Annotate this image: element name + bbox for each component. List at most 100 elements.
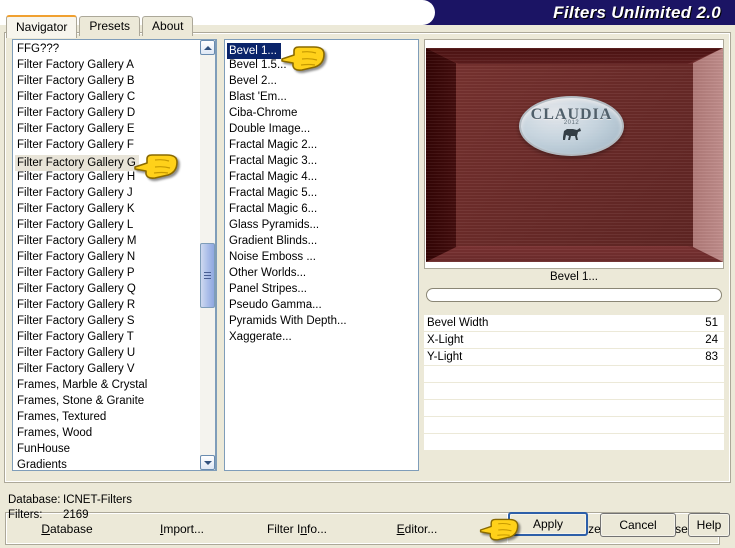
preview-frame <box>424 39 724 269</box>
list-item[interactable]: Other Worlds... <box>227 265 418 281</box>
list-item[interactable]: Bevel 2... <box>227 73 418 89</box>
category-list-item-label: Filter Factory Gallery E <box>17 123 135 135</box>
filter-list-item-label: Fractal Magic 5... <box>229 187 318 199</box>
list-item[interactable]: Filter Factory Gallery M <box>15 233 216 249</box>
category-list-item-label: Filter Factory Gallery U <box>17 347 136 359</box>
list-item[interactable]: Filter Factory Gallery Q <box>15 281 216 297</box>
list-item[interactable]: FFG??? <box>15 41 216 57</box>
list-item[interactable]: Filter Factory Gallery D <box>15 105 216 121</box>
parameter-name: Y-Light <box>427 351 463 363</box>
app-title: Filters Unlimited 2.0 <box>553 3 721 22</box>
parameter-row[interactable]: Y-Light 83 <box>424 349 724 366</box>
filter-list-item-label: Double Image... <box>229 123 311 135</box>
list-item[interactable]: Xaggerate... <box>227 329 418 345</box>
category-list-item-label: Filter Factory Gallery P <box>17 267 135 279</box>
tab-about[interactable]: About <box>142 16 194 36</box>
list-item[interactable]: FunHouse <box>15 441 216 457</box>
list-item[interactable]: Fractal Magic 5... <box>227 185 418 201</box>
list-item[interactable]: Filter Factory Gallery V <box>15 361 216 377</box>
list-item[interactable]: Filter Factory Gallery H <box>15 169 216 185</box>
list-item[interactable]: Frames, Marble & Crystal <box>15 377 216 393</box>
list-item[interactable]: Glass Pyramids... <box>227 217 418 233</box>
category-list-item-label: Filter Factory Gallery K <box>17 203 135 215</box>
category-list-item-label: Filter Factory Gallery B <box>17 75 135 87</box>
parameter-row[interactable] <box>424 434 724 451</box>
list-item[interactable]: Panel Stripes... <box>227 281 418 297</box>
list-item[interactable]: Fractal Magic 6... <box>227 201 418 217</box>
category-list-scrollbar[interactable] <box>200 39 216 471</box>
scrollbar-thumb[interactable] <box>200 243 215 308</box>
parameter-row[interactable] <box>424 400 724 417</box>
filter-list-item-label: Bevel 2... <box>229 75 277 87</box>
list-item[interactable]: Frames, Stone & Granite <box>15 393 216 409</box>
list-item[interactable]: Pyramids With Depth... <box>227 313 418 329</box>
list-item[interactable]: Pseudo Gamma... <box>227 297 418 313</box>
list-item[interactable]: Frames, Wood <box>15 425 216 441</box>
database-button[interactable]: Database <box>7 522 127 536</box>
list-item[interactable]: Filter Factory Gallery U <box>15 345 216 361</box>
list-item[interactable]: Double Image... <box>227 121 418 137</box>
list-item[interactable]: Blast 'Em... <box>227 89 418 105</box>
list-item[interactable]: Filter Factory Gallery R <box>15 297 216 313</box>
cancel-button[interactable]: Cancel <box>600 513 676 537</box>
bevel-bottom <box>426 246 723 262</box>
list-item[interactable]: Filter Factory Gallery B <box>15 73 216 89</box>
filter-list-item-label: Gradient Blinds... <box>229 235 318 247</box>
parameter-progress-bar[interactable] <box>426 288 722 302</box>
list-item[interactable]: Noise Emboss ... <box>227 249 418 265</box>
parameter-row[interactable] <box>424 366 724 383</box>
parameter-row[interactable] <box>424 417 724 434</box>
scroll-up-button[interactable] <box>200 40 215 55</box>
preview-image[interactable] <box>426 48 723 262</box>
list-item[interactable]: Fractal Magic 4... <box>227 169 418 185</box>
list-item[interactable]: Filter Factory Gallery T <box>15 329 216 345</box>
scroll-down-button[interactable] <box>200 455 215 470</box>
category-list[interactable]: FFG??? Filter Factory Gallery A Filter Fac… <box>12 39 217 471</box>
list-item[interactable]: Filter Factory Gallery F <box>15 137 216 153</box>
parameter-row[interactable]: X-Light 24 <box>424 332 724 349</box>
apply-button[interactable]: Apply <box>508 512 588 536</box>
list-item[interactable]: Filter Factory Gallery P <box>15 265 216 281</box>
filter-list-item-label: Fractal Magic 4... <box>229 171 318 183</box>
bevel-face <box>456 64 693 246</box>
list-item[interactable]: Filter Factory Gallery G <box>15 153 216 171</box>
filter-info-button[interactable]: Filter Info... <box>237 522 357 536</box>
status-database-label: Database: <box>8 494 61 506</box>
status-filters-value: 2169 <box>63 509 89 521</box>
tab-presets[interactable]: Presets <box>79 16 141 36</box>
list-item[interactable]: Filter Factory Gallery N <box>15 249 216 265</box>
parameter-row[interactable] <box>424 383 724 400</box>
list-item[interactable]: Filter Factory Gallery S <box>15 313 216 329</box>
editor-button[interactable]: Editor... <box>357 522 477 536</box>
import-button[interactable]: Import... <box>127 522 237 536</box>
list-item[interactable]: Ciba-Chrome <box>227 105 418 121</box>
parameter-row[interactable]: Bevel Width 51 <box>424 315 724 332</box>
status-area: Database: ICNET-Filters Filters: 2169 <box>8 493 132 523</box>
help-button[interactable]: Help <box>688 513 730 537</box>
tab-navigator[interactable]: Navigator <box>6 15 78 38</box>
list-item[interactable]: Gradients <box>15 457 216 470</box>
filter-list-item-label: Blast 'Em... <box>229 91 287 103</box>
list-item[interactable]: Filter Factory Gallery L <box>15 217 216 233</box>
list-item[interactable]: Filter Factory Gallery C <box>15 89 216 105</box>
list-item[interactable]: Frames, Textured <box>15 409 216 425</box>
status-filters-label: Filters: <box>8 509 43 521</box>
status-database-line: Database: ICNET-Filters <box>8 493 132 508</box>
list-item[interactable]: Fractal Magic 3... <box>227 153 418 169</box>
filter-list-item-label: Bevel 1.5... <box>229 59 287 71</box>
category-list-item-label: Filter Factory Gallery N <box>17 251 136 263</box>
category-list-item-label: Filter Factory Gallery J <box>17 187 133 199</box>
list-item[interactable]: Filter Factory Gallery E <box>15 121 216 137</box>
category-list-item-label: Filter Factory Gallery M <box>17 235 137 247</box>
list-item[interactable]: Filter Factory Gallery J <box>15 185 216 201</box>
list-item[interactable]: Bevel 1... <box>227 41 418 59</box>
category-list-item-label: Filter Factory Gallery T <box>17 331 134 343</box>
bevel-top <box>426 48 723 64</box>
list-item[interactable]: Filter Factory Gallery K <box>15 201 216 217</box>
filter-list[interactable]: Bevel 1... Bevel 1.5... Bevel 2... Blast 'E… <box>224 39 419 471</box>
list-item[interactable]: Gradient Blinds... <box>227 233 418 249</box>
list-item[interactable]: Bevel 1.5... <box>227 57 418 73</box>
list-item[interactable]: Fractal Magic 2... <box>227 137 418 153</box>
parameter-panel-title: Bevel 1... <box>550 271 598 283</box>
list-item[interactable]: Filter Factory Gallery A <box>15 57 216 73</box>
